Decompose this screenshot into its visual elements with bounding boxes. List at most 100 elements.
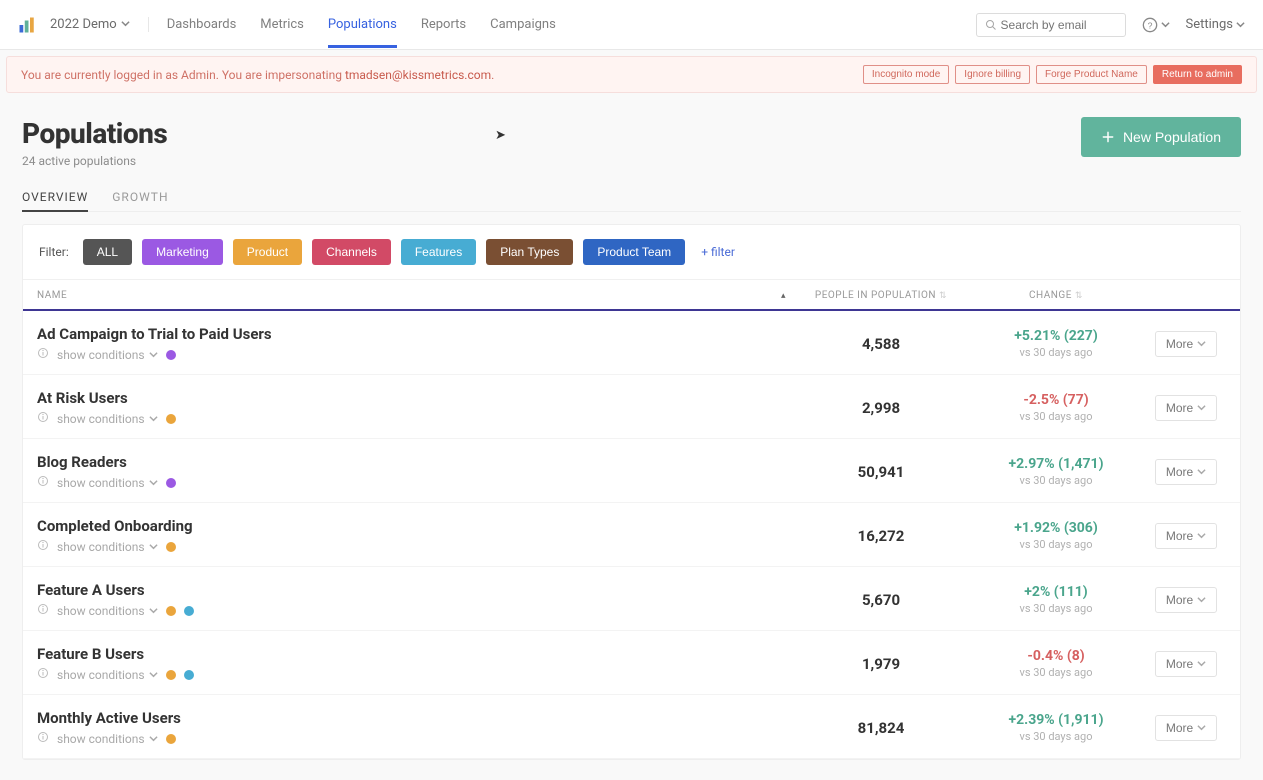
chevron-down-icon [149,668,158,682]
row-more-button[interactable]: More [1155,459,1217,485]
population-name: Ad Campaign to Trial to Paid Users [37,325,796,343]
show-conditions-toggle[interactable]: show conditions [57,412,158,426]
new-population-label: New Population [1123,129,1221,145]
info-icon [37,347,49,362]
chevron-down-icon [149,412,158,426]
nav-item-populations[interactable]: Populations [328,2,397,48]
population-name: Feature B Users [37,645,796,663]
population-count: 81,824 [796,719,966,737]
nav-item-reports[interactable]: Reports [421,2,466,48]
filter-chip-plan-types[interactable]: Plan Types [486,239,573,265]
change-vs-text: vs 30 days ago [966,410,1146,423]
show-conditions-toggle[interactable]: show conditions [57,540,158,554]
filter-chip-product-team[interactable]: Product Team [583,239,685,265]
population-row[interactable]: Feature A Users show conditions 5,670 +2… [23,567,1240,631]
col-header-people[interactable]: PEOPLE IN POPULATION [815,290,936,301]
new-population-button[interactable]: New Population [1081,117,1241,157]
info-icon [37,731,49,746]
change-vs-text: vs 30 days ago [966,730,1146,743]
col-header-change[interactable]: CHANGE [1029,290,1072,301]
settings-label: Settings [1186,17,1233,32]
population-name: Blog Readers [37,453,796,471]
population-change: +2.97% (1,471) [966,456,1146,472]
help-menu[interactable]: ? [1142,17,1170,33]
info-icon [37,411,49,426]
chevron-down-icon [121,17,130,32]
sort-asc-icon: ▴ [781,291,796,301]
show-conditions-toggle[interactable]: show conditions [57,604,158,618]
row-more-button[interactable]: More [1155,331,1217,357]
search-input[interactable] [1001,18,1117,32]
row-more-button[interactable]: More [1155,395,1217,421]
impersonation-text: You are currently logged in as Admin. Yo… [21,68,345,82]
info-icon [37,603,49,618]
tab-overview[interactable]: OVERVIEW [22,184,88,212]
chevron-down-icon [1236,20,1245,29]
row-more-button[interactable]: More [1155,715,1217,741]
nav-item-dashboards[interactable]: Dashboards [167,2,237,48]
filter-label: Filter: [39,245,69,259]
chevron-down-icon [1197,337,1206,351]
chevron-down-icon [149,540,158,554]
population-change: -2.5% (77) [966,392,1146,408]
info-icon [37,539,49,554]
add-filter-button[interactable]: + filter [701,245,735,259]
row-more-button[interactable]: More [1155,523,1217,549]
population-row[interactable]: At Risk Users show conditions 2,998 -2.5… [23,375,1240,439]
population-name: Completed Onboarding [37,517,796,535]
row-more-button[interactable]: More [1155,587,1217,613]
purple-tag-dot [166,350,176,360]
filter-chip-features[interactable]: Features [401,239,476,265]
search-icon [985,19,997,31]
filter-chip-channels[interactable]: Channels [312,239,391,265]
filter-chip-all[interactable]: ALL [83,239,132,265]
blue-tag-dot [184,606,194,616]
population-row[interactable]: Completed Onboarding show conditions 16,… [23,503,1240,567]
filter-chip-marketing[interactable]: Marketing [142,239,223,265]
show-conditions-toggle[interactable]: show conditions [57,668,158,682]
col-header-name[interactable]: NAME [37,290,67,301]
main-nav: Dashboards Metrics Populations Reports Campa… [167,2,976,48]
change-vs-text: vs 30 days ago [966,346,1146,359]
population-count: 5,670 [796,591,966,609]
return-to-admin-button[interactable]: Return to admin [1153,65,1242,84]
chevron-down-icon [1197,593,1206,607]
nav-item-campaigns[interactable]: Campaigns [490,2,556,48]
population-row[interactable]: Ad Campaign to Trial to Paid Users show … [23,311,1240,375]
chevron-down-icon [1161,20,1170,29]
change-vs-text: vs 30 days ago [966,474,1146,487]
chevron-down-icon [1197,401,1206,415]
orange-tag-dot [166,670,176,680]
filter-chip-product[interactable]: Product [233,239,302,265]
population-name: At Risk Users [37,389,796,407]
orange-tag-dot [166,542,176,552]
orange-tag-dot [166,734,176,744]
info-icon [37,475,49,490]
page-title: Populations [22,117,167,150]
nav-item-metrics[interactable]: Metrics [260,2,304,48]
show-conditions-toggle[interactable]: show conditions [57,732,158,746]
impersonation-action-button[interactable]: Ignore billing [955,65,1030,84]
population-change: +2% (111) [966,584,1146,600]
population-row[interactable]: Feature B Users show conditions 1,979 -0… [23,631,1240,695]
impersonation-action-button[interactable]: Incognito mode [863,65,949,84]
tab-growth[interactable]: GROWTH [112,184,168,211]
chevron-down-icon [149,348,158,362]
change-vs-text: vs 30 days ago [966,666,1146,679]
chevron-down-icon [1197,721,1206,735]
account-switcher[interactable]: 2022 Demo [50,17,149,32]
settings-menu[interactable]: Settings [1186,17,1245,32]
brand-logo [18,16,36,34]
search-input-wrapper[interactable] [976,13,1126,37]
account-name: 2022 Demo [50,17,117,32]
impersonation-action-button[interactable]: Forge Product Name [1036,65,1147,84]
row-more-button[interactable]: More [1155,651,1217,677]
info-icon [37,667,49,682]
population-change: +1.92% (306) [966,520,1146,536]
population-count: 4,588 [796,335,966,353]
population-row[interactable]: Blog Readers show conditions 50,941 +2.9… [23,439,1240,503]
chevron-down-icon [1197,657,1206,671]
orange-tag-dot [166,606,176,616]
show-conditions-toggle[interactable]: show conditions [57,476,158,490]
show-conditions-toggle[interactable]: show conditions [57,348,158,362]
